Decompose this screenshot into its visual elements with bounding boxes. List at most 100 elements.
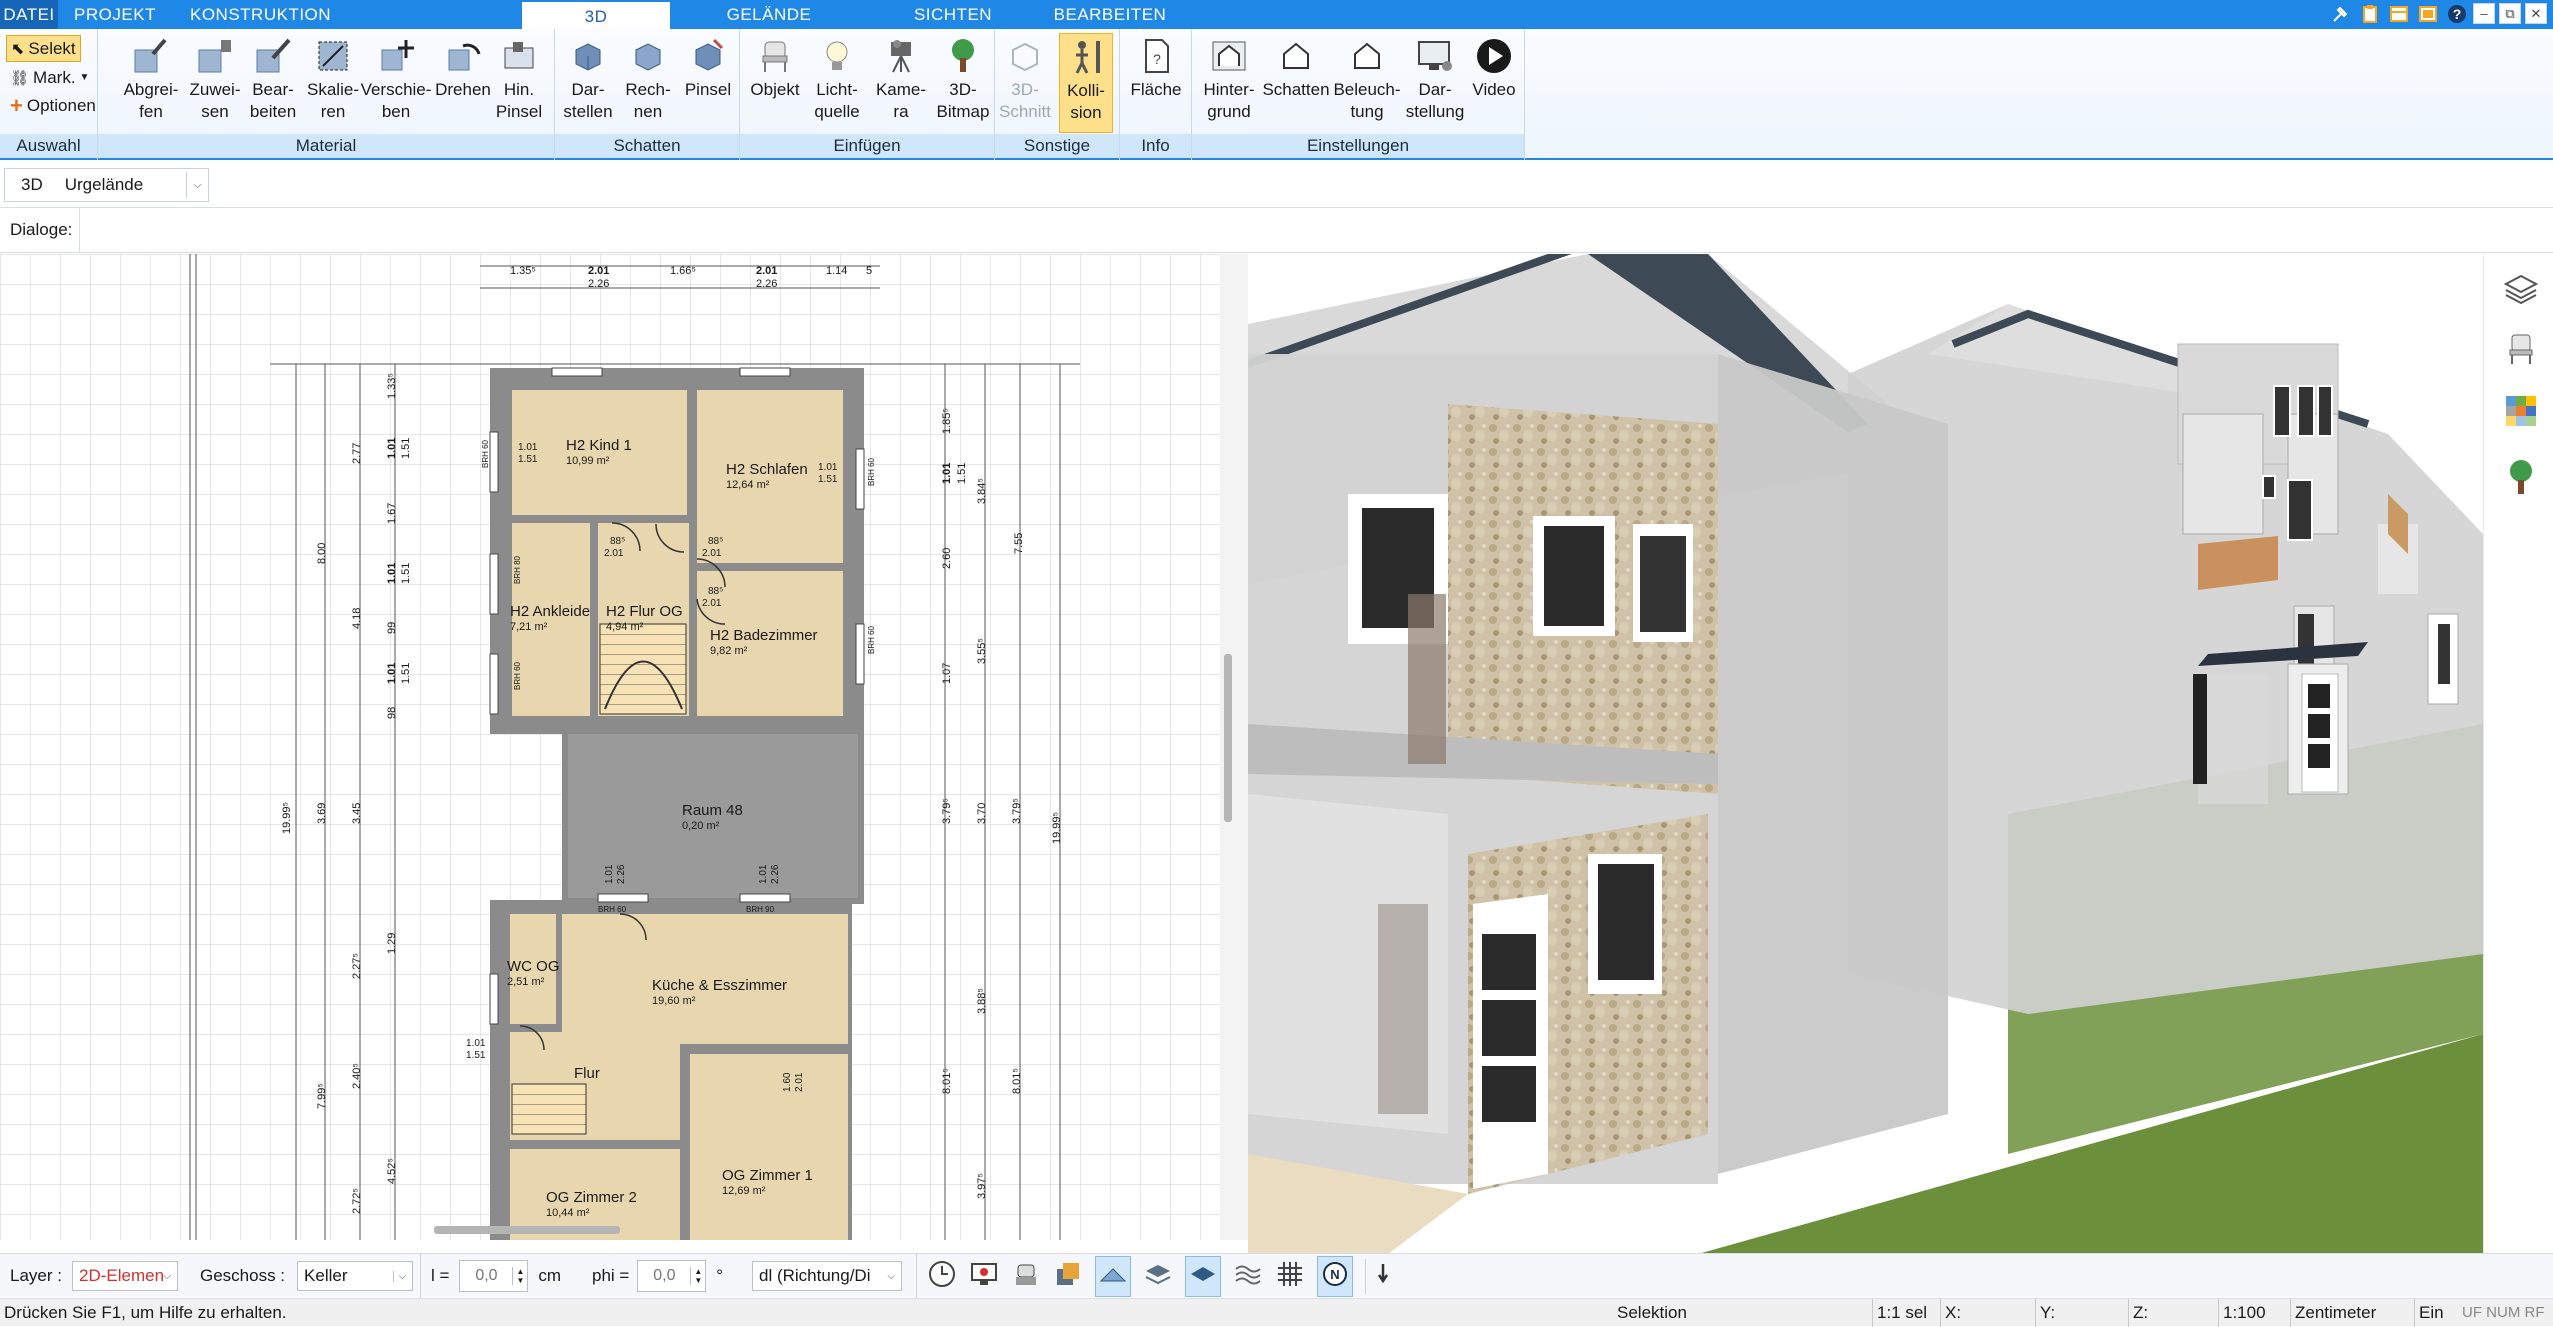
room-og-zimmer-1[interactable]: [690, 1054, 848, 1240]
restore-button[interactable]: ⧉: [2499, 3, 2521, 24]
monitor-record-icon[interactable]: [969, 1259, 999, 1294]
dim-label: 2.40⁵: [351, 1063, 363, 1089]
section-3d-button[interactable]: 3D- Schnitt: [997, 33, 1053, 133]
chair-icon[interactable]: [2504, 332, 2538, 371]
floor-select[interactable]: Keller ⌵: [297, 1261, 414, 1291]
tab-3d[interactable]: 3D: [522, 0, 670, 29]
layers-icon[interactable]: [2503, 272, 2539, 311]
rotate-icon: [440, 33, 486, 79]
dim-label: 1.51: [400, 663, 412, 684]
length-stepper[interactable]: ▲▼: [459, 1260, 529, 1292]
floor-plan-canvas[interactable]: 1.35⁵ 2.01 2.26 1.66⁵ 2.01 2.26 1.14 5 1…: [0, 254, 1220, 1240]
collision-button[interactable]: Kolli- sion: [1059, 33, 1113, 133]
dim-label: 1.85⁵: [941, 408, 953, 434]
lightbulb-icon: [814, 33, 860, 79]
material-scale-label: Skalie- ren: [307, 80, 359, 121]
stepper-arrows-icon[interactable]: ▲ ▼: [512, 1267, 527, 1285]
cursor-icon: ⬉: [11, 40, 25, 58]
layout-icon[interactable]: [2386, 2, 2411, 26]
insert-3d-bitmap-label: 3D- Bitmap: [936, 80, 990, 121]
area-button[interactable]: ? Fläche: [1126, 33, 1186, 133]
angle-input[interactable]: [638, 1262, 691, 1290]
background-brush-label: Hin. Pinsel: [495, 80, 543, 121]
minimize-button[interactable]: –: [2473, 3, 2495, 24]
direction-select[interactable]: dl (Richtung/Di ⌵: [752, 1261, 902, 1291]
stepper-arrows-icon[interactable]: ▲ ▼: [690, 1267, 705, 1285]
floor-plan-view[interactable]: 1.35⁵ 2.01 2.26 1.66⁵ 2.01 2.26 1.14 5 1…: [0, 254, 1247, 1240]
terrain-select[interactable]: Urgelände: [65, 175, 186, 195]
shadow-calculate-label: Rech- nen: [625, 80, 671, 121]
shadow-calculate-button[interactable]: Rech- nen: [617, 33, 679, 133]
3d-canvas[interactable]: [1248, 254, 2483, 1254]
layer-select[interactable]: 2D-Elemen ⌵: [71, 1261, 178, 1291]
north-icon[interactable]: N: [1317, 1255, 1353, 1297]
plan-horizontal-scrollbar[interactable]: [434, 1226, 620, 1234]
tab-sichten[interactable]: SICHTEN: [904, 0, 1002, 29]
tab-datei[interactable]: DATEI: [0, 0, 58, 29]
terrain-flat-icon[interactable]: [1095, 1255, 1131, 1297]
help-icon[interactable]: ?: [2444, 2, 2469, 26]
floor-value: Keller: [304, 1266, 348, 1285]
box-stack-icon[interactable]: [1053, 1259, 1083, 1294]
close-button[interactable]: ✕: [2525, 3, 2547, 24]
dim-label: 1.51: [956, 463, 968, 484]
material-move-button[interactable]: Verschie- ben: [356, 33, 436, 133]
insert-object-button[interactable]: Objekt: [744, 33, 806, 133]
tab-gelaende[interactable]: GELÄNDE: [712, 0, 826, 29]
status-unit: Zentimeter: [2290, 1299, 2376, 1327]
shadow-settings-button[interactable]: Schatten: [1260, 33, 1332, 133]
robot-icon[interactable]: [1011, 1259, 1041, 1294]
background-brush-button[interactable]: Hin. Pinsel: [486, 33, 552, 133]
room-area: 12,64 m²: [726, 479, 770, 491]
area-label: Fläche: [1130, 80, 1182, 99]
video-button[interactable]: Video: [1464, 33, 1524, 133]
room-area: 9,82 m²: [710, 645, 748, 657]
clock-icon[interactable]: [927, 1259, 957, 1294]
tree-icon[interactable]: [2504, 458, 2538, 501]
tools-icon[interactable]: [2328, 2, 2353, 26]
more-options-icon[interactable]: [1365, 1258, 1390, 1294]
select-tool[interactable]: ⬉ Selekt: [6, 35, 81, 62]
dim-label: 1.01: [386, 563, 398, 584]
grid-icon[interactable]: [1275, 1259, 1305, 1294]
clipboard-icon[interactable]: [2357, 2, 2382, 26]
plan-vertical-scrollbar[interactable]: [1224, 654, 1232, 822]
tab-projekt[interactable]: PROJEKT: [74, 0, 156, 29]
waves-icon[interactable]: [1233, 1259, 1263, 1294]
tab-bearbeiten[interactable]: BEARBEITEN: [1050, 0, 1170, 29]
materials-palette-icon[interactable]: [2504, 394, 2538, 433]
dim-label: 7.99⁵: [316, 1083, 328, 1109]
insert-3d-bitmap-button[interactable]: 3D- Bitmap: [932, 33, 994, 133]
shadow-display-button[interactable]: Dar- stellen: [557, 33, 619, 133]
length-input[interactable]: [460, 1262, 513, 1290]
display-settings-button[interactable]: Dar- stellung: [1400, 33, 1470, 133]
layers-stack-icon[interactable]: [1143, 1259, 1173, 1294]
insert-light-button[interactable]: Licht- quelle: [806, 33, 868, 133]
3d-view[interactable]: [1248, 254, 2483, 1254]
angle-control: phi = ▲▼ °: [592, 1254, 723, 1298]
options-button[interactable]: + Optionen: [6, 92, 100, 119]
shadow-brush-button[interactable]: Pinsel: [677, 33, 739, 133]
window-icon[interactable]: [2415, 2, 2440, 26]
pane-splitter[interactable]: [1220, 254, 1248, 1240]
floor-label: Geschoss :: [200, 1266, 286, 1285]
material-pick-button[interactable]: Abgrei- fen: [116, 33, 186, 133]
insert-camera-button[interactable]: Kame- ra: [870, 33, 932, 133]
room-area: 7,21 m²: [510, 621, 548, 633]
layer-control: Layer : 2D-Elemen ⌵: [10, 1254, 178, 1298]
chevron-down-icon[interactable]: ⌵: [186, 172, 208, 198]
video-label: Video: [1472, 80, 1516, 99]
dim-label: 1.51: [400, 563, 412, 584]
tab-konstruktion[interactable]: KONSTRUKTION: [190, 0, 331, 29]
angle-stepper[interactable]: ▲▼: [637, 1260, 707, 1292]
window-dim: 2.26: [770, 864, 781, 884]
cube-shadow-icon: [565, 33, 611, 79]
lighting-button[interactable]: Beleuch- tung: [1330, 33, 1404, 133]
mark-tool[interactable]: ⛓ Mark. ▼: [6, 64, 93, 91]
door-dim: 1.60: [782, 1072, 793, 1092]
brh-label: BRH 60: [481, 439, 490, 468]
group-einstellungen: Hinter- grund Schatten Beleuch- tung Dar…: [1192, 29, 1525, 160]
background-button[interactable]: Hinter- grund: [1196, 33, 1262, 133]
plus-icon: +: [10, 92, 23, 118]
plane-icon[interactable]: [1185, 1255, 1221, 1297]
